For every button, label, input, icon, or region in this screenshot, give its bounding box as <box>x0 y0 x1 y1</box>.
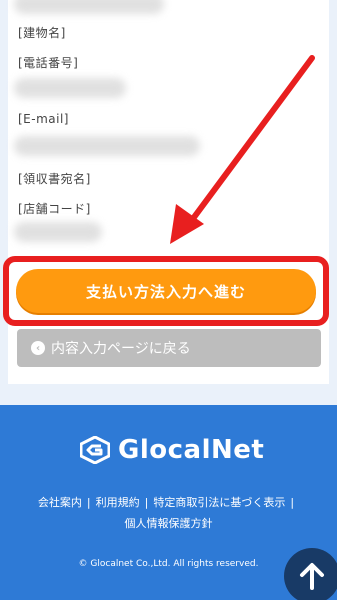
redacted-value <box>14 0 164 14</box>
scroll-to-top-button[interactable] <box>284 548 337 600</box>
phone-value-redacted <box>14 78 126 98</box>
footer-links: 会社案内 | 利用規約 | 特定商取引法に基づく表示 |個人情報保護方針 <box>37 496 295 530</box>
email-label: [E-mail] <box>18 112 69 126</box>
glocalnet-logo-icon <box>80 436 110 464</box>
footer-link-terms[interactable]: 利用規約 <box>96 496 140 509</box>
store-code-label: [店舗コード] <box>18 202 91 216</box>
store-code-value-redacted <box>14 222 102 242</box>
phone-label: [電話番号] <box>18 56 79 70</box>
footer-link-commerce-law[interactable]: 特定商取引法に基づく表示 <box>153 496 285 509</box>
form-card: [建物名] [電話番号] [E-mail] [領収書宛名] [店舗コード] <box>8 0 329 384</box>
footer-link-company[interactable]: 会社案内 <box>38 496 82 509</box>
up-arrow-icon <box>300 563 324 590</box>
glocalnet-logo[interactable]: GlocalNet <box>80 435 264 465</box>
logo-text: GlocalNet <box>118 435 265 465</box>
receipt-name-label: [領収書宛名] <box>18 172 91 186</box>
back-button-label: 内容入力ページに戻る <box>51 341 191 357</box>
back-to-edit-button[interactable]: ‹ 内容入力ページに戻る <box>17 329 321 367</box>
building-label: [建物名] <box>18 26 66 40</box>
circle-left-arrow-icon: ‹ <box>31 341 45 355</box>
highlight-frame: 支払い方法入力へ進む <box>3 256 329 326</box>
email-value-redacted <box>14 136 200 156</box>
footer-link-privacy[interactable]: 個人情報保護方針 <box>125 517 213 530</box>
proceed-to-payment-button[interactable]: 支払い方法入力へ進む <box>16 269 316 313</box>
